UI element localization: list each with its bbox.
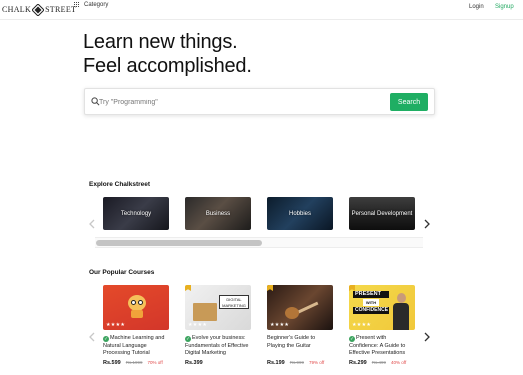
chalkstreet-logo[interactable]: CHALK STREET <box>2 3 76 16</box>
course-thumbnail[interactable]: PRESENT WITH CONFIDENCE ★★★★ <box>349 285 415 330</box>
courses-next-arrow[interactable] <box>423 331 431 343</box>
course-card[interactable]: DIGITAL MARKETING ★★★★ ✓ Evolve your busi… <box>185 285 251 366</box>
course-rating: ★★★★ <box>270 322 290 328</box>
explore-next-arrow[interactable] <box>423 218 431 230</box>
course-discount: 70% off <box>147 360 163 365</box>
search-input[interactable] <box>99 94 379 110</box>
guitar-illustration <box>283 299 319 319</box>
bookmark-icon <box>185 285 191 291</box>
search-bar: Search <box>84 88 435 115</box>
chevron-left-icon <box>89 332 95 342</box>
check-badge-icon: ✓ <box>103 336 109 342</box>
robot-illustration <box>126 292 148 318</box>
category-card-label: Personal Development <box>351 210 413 217</box>
course-original-price: Rs.499 <box>371 360 387 365</box>
check-badge-icon: ✓ <box>349 336 355 342</box>
presenter-illustration <box>393 293 409 330</box>
top-header: CHALK STREET Category Login Signup <box>0 0 523 20</box>
course-rating: ★★★★ <box>188 322 208 328</box>
explore-prev-arrow[interactable] <box>88 218 96 230</box>
course-price: Rs.299 <box>349 360 367 366</box>
courses-prev-arrow[interactable] <box>88 331 96 343</box>
logo-mark-icon <box>32 3 45 16</box>
category-card-hobbies[interactable]: Hobbies <box>267 197 333 230</box>
course-card[interactable]: PRESENT WITH CONFIDENCE ★★★★ ✓ Present wi… <box>349 285 415 366</box>
check-badge-icon: ✓ <box>185 336 191 342</box>
bookmark-icon <box>267 285 273 291</box>
course-card[interactable]: ★★★★ ✓ Machine Learning and Natural Langu… <box>103 285 169 366</box>
thumb-word-confidence: CONFIDENCE <box>353 307 389 314</box>
scrollbar-thumb[interactable] <box>96 240 262 246</box>
login-link[interactable]: Login <box>469 4 484 10</box>
course-discount: 40% off <box>391 360 407 365</box>
course-card[interactable]: ★★★★ Beginner's Guide to Playing the Gui… <box>267 285 333 366</box>
chevron-right-icon <box>424 332 430 342</box>
hero-line-1: Learn new things. <box>83 31 238 53</box>
thumb-word-present: PRESENT <box>353 291 389 298</box>
category-label: Category <box>84 2 109 8</box>
digital-marketing-tag: DIGITAL MARKETING <box>219 295 249 309</box>
course-title[interactable]: ✓ Evolve your business: Fundamentals of E… <box>185 335 251 358</box>
course-thumbnail[interactable]: ★★★★ <box>267 285 333 330</box>
category-card-label: Hobbies <box>288 210 311 217</box>
course-price: Rs.199 <box>267 360 285 366</box>
course-title[interactable]: ✓ Present with Confidence: A Guide to Eff… <box>349 335 415 358</box>
thumb-word-with: WITH <box>363 299 379 306</box>
course-title[interactable]: ✓ Machine Learning and Natural Language P… <box>103 335 169 358</box>
course-original-price: Rs.1999 <box>125 360 143 365</box>
chevron-right-icon <box>424 219 430 229</box>
course-prices: Rs.399 <box>185 360 251 366</box>
course-original-price: Rs.999 <box>289 360 305 365</box>
category-card-label: Business <box>205 210 231 217</box>
course-title[interactable]: Beginner's Guide to Playing the Guitar <box>267 335 333 358</box>
course-thumbnail[interactable]: ★★★★ <box>103 285 169 330</box>
course-prices: Rs.199 Rs.999 79% off <box>267 360 333 366</box>
hero-heading: Learn new things. Feel accomplished. <box>83 30 252 78</box>
explore-scrollbar[interactable] <box>95 237 423 248</box>
explore-section-title: Explore Chalkstreet <box>89 181 151 188</box>
course-prices: Rs.299 Rs.499 40% off <box>349 360 415 366</box>
category-card-personal-development[interactable]: Personal Development <box>349 197 415 230</box>
course-discount: 79% off <box>309 360 325 365</box>
logo-text-right: STREET <box>45 5 77 14</box>
present-text-block: PRESENT WITH CONFIDENCE <box>353 291 389 314</box>
course-thumbnail[interactable]: DIGITAL MARKETING ★★★★ <box>185 285 251 330</box>
popular-section-title: Our Popular Courses <box>89 269 155 276</box>
box-illustration <box>193 303 217 321</box>
course-price: Rs.599 <box>103 360 121 366</box>
category-card-technology[interactable]: Technology <box>103 197 169 230</box>
category-menu[interactable]: Category <box>74 2 108 8</box>
logo-text-left: CHALK <box>2 5 32 14</box>
category-card-label: Technology <box>120 210 152 217</box>
course-rating: ★★★★ <box>352 322 372 328</box>
category-card-business[interactable]: Business <box>185 197 251 230</box>
hero-line-2: Feel accomplished. <box>83 55 252 77</box>
course-rating: ★★★★ <box>106 322 126 328</box>
course-price: Rs.399 <box>185 360 203 366</box>
grid-icon <box>74 2 80 8</box>
chevron-left-icon <box>89 219 95 229</box>
signup-link[interactable]: Signup <box>495 4 514 10</box>
course-prices: Rs.599 Rs.1999 70% off <box>103 360 169 366</box>
search-button[interactable]: Search <box>390 93 428 111</box>
